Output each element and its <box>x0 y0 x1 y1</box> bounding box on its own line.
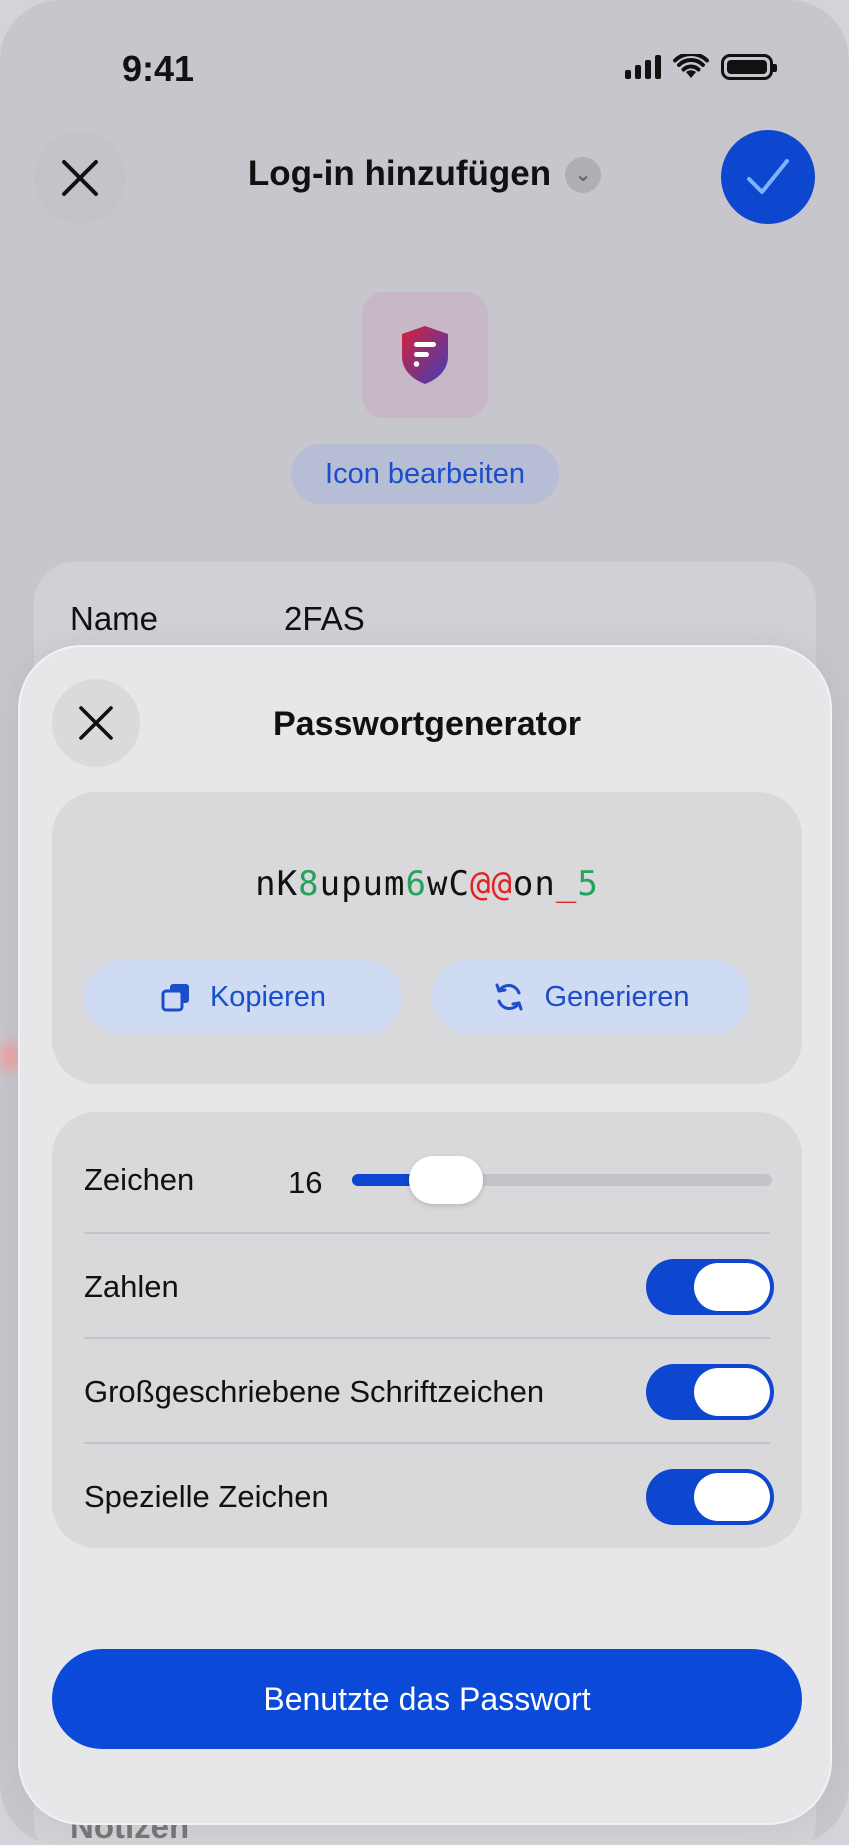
password-segment: nK <box>255 864 299 904</box>
divider <box>84 1442 770 1444</box>
password-segment: upum <box>319 864 406 904</box>
password-segment: _ <box>555 864 578 904</box>
uppercase-toggle[interactable] <box>646 1364 774 1420</box>
numbers-label: Zahlen <box>84 1269 179 1304</box>
length-slider[interactable] <box>352 1156 772 1204</box>
password-card: nK8upum6wC@@on_5 Kopieren Generieren <box>52 792 802 1084</box>
copy-label: Kopieren <box>209 980 327 1013</box>
numbers-toggle[interactable] <box>646 1259 774 1315</box>
password-segment: on <box>512 864 556 904</box>
characters-label: Zeichen <box>84 1162 195 1197</box>
options-card: Zeichen 16 Zahlen Großgeschriebene Schri… <box>52 1112 802 1548</box>
characters-count: 16 <box>288 1165 323 1200</box>
use-password-button[interactable]: Benutzte das Passwort <box>52 1649 802 1749</box>
uppercase-label: Großgeschriebene Schriftzeichen <box>84 1374 545 1409</box>
phone-screen: 9:41 Log-in hinzufügen⌄ Icon bearbeiten <box>0 0 849 1845</box>
slider-thumb[interactable] <box>409 1156 483 1204</box>
copy-button[interactable]: Kopieren <box>84 960 402 1034</box>
generate-button[interactable]: Generieren <box>432 960 750 1034</box>
password-segment: 6 <box>405 864 427 904</box>
special-chars-label: Spezielle Zeichen <box>84 1479 329 1514</box>
password-segment: 8 <box>298 864 320 904</box>
sheet-title: Passwortgenerator <box>273 705 581 743</box>
generated-password: nK8upum6wC@@on_5 <box>52 864 802 904</box>
divider <box>84 1232 770 1234</box>
copy-icon <box>161 984 189 1012</box>
refresh-icon <box>495 983 523 1011</box>
password-segment: @@ <box>469 864 513 904</box>
password-generator-sheet: Passwortgenerator nK8upum6wC@@on_5 Kopie… <box>18 645 832 1825</box>
generate-label: Generieren <box>544 980 690 1013</box>
divider <box>84 1337 770 1339</box>
special-chars-toggle[interactable] <box>646 1469 774 1525</box>
password-segment: 5 <box>577 864 599 904</box>
password-segment: wC <box>426 864 470 904</box>
